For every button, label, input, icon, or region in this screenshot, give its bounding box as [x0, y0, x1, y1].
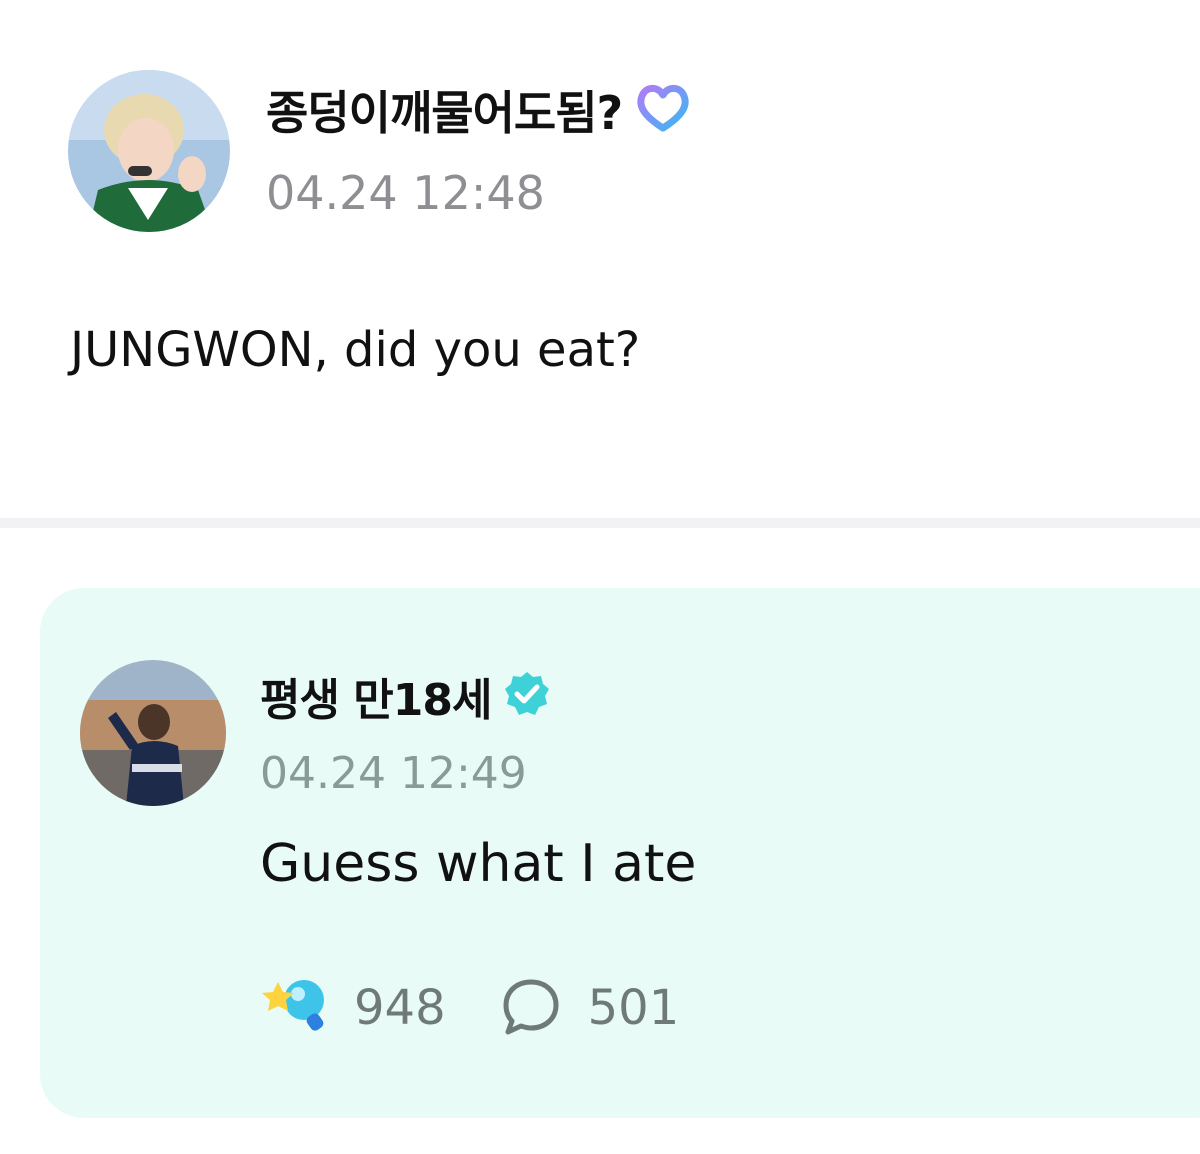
avatar-image: [68, 70, 230, 232]
avatar-image: [80, 660, 226, 806]
author-name[interactable]: 종덩이깨물어도됨?: [266, 77, 623, 143]
post-timestamp: 04.24 12:48: [266, 166, 545, 220]
author-avatar[interactable]: [68, 70, 230, 232]
original-post: 종덩이깨물어도됨? 04.24 12:48 JUNGWON, did you e…: [0, 0, 1200, 520]
comment-count: 501: [587, 980, 680, 1036]
verified-check-icon: [503, 670, 551, 722]
reply-author-avatar[interactable]: [80, 660, 226, 806]
membership-heart-icon: [634, 82, 692, 138]
reply-stats: 948 501: [262, 976, 733, 1040]
reply-author-name-row: 평생 만18세: [260, 666, 551, 726]
reply-timestamp: 04.24 12:49: [260, 748, 527, 799]
reply-body: Guess what I ate: [260, 834, 697, 894]
section-divider: [0, 518, 1200, 528]
like-button[interactable]: 948: [262, 976, 446, 1040]
star-lightstick-icon: [262, 976, 328, 1040]
reply-author-name[interactable]: 평생 만18세: [260, 664, 492, 728]
comment-button[interactable]: 501: [500, 976, 680, 1040]
author-name-row: 종덩이깨물어도됨?: [266, 78, 692, 142]
artist-reply-card[interactable]: 평생 만18세 04.24 12:49 Guess what I ate 948…: [40, 588, 1200, 1118]
like-count: 948: [354, 980, 446, 1036]
post-detail-page: 종덩이깨물어도됨? 04.24 12:48 JUNGWON, did you e…: [0, 0, 1200, 1154]
comment-bubble-icon: [500, 976, 562, 1040]
post-body: JUNGWON, did you eat?: [70, 322, 641, 378]
